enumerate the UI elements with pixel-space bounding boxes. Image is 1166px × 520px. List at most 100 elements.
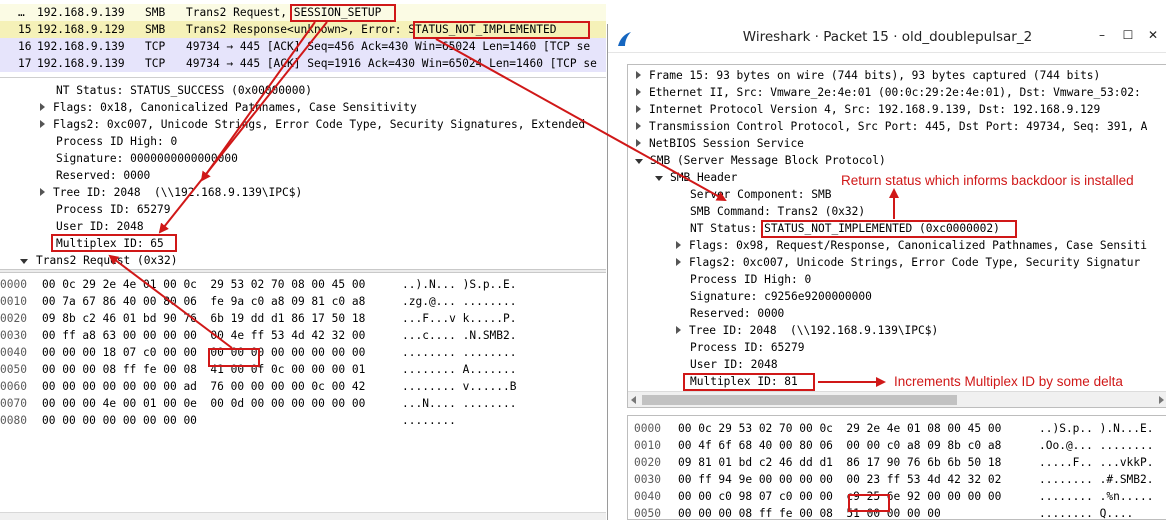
packet-proto: TCP [145, 40, 166, 53]
expand-arrow-icon[interactable] [676, 241, 681, 249]
tree-item[interactable]: Trans2 Request (0x32) [20, 252, 177, 269]
tree-item[interactable]: Transmission Control Protocol, Src Port:… [636, 118, 1147, 135]
maximize-button[interactable]: ☐ [1118, 28, 1138, 46]
packet-info: Trans2 Request, SESSION_SETUP [186, 6, 382, 19]
tree-item[interactable]: Server Component: SMB [690, 186, 831, 203]
collapse-arrow-icon[interactable] [635, 159, 643, 164]
tree-item-label: NetBIOS Session Service [649, 137, 804, 150]
tree-item[interactable]: Signature: c9256e9200000000 [690, 288, 872, 305]
tree-item[interactable]: Tree ID: 2048 (\\192.168.9.139\IPC$) [40, 184, 302, 201]
tree-item-multiplex[interactable]: Multiplex ID: 65 [56, 235, 164, 252]
tree-item-label: Flags2: 0xc007, Unicode Strings, Error C… [53, 118, 586, 131]
pane-divider[interactable] [0, 269, 606, 273]
expand-arrow-icon[interactable] [636, 139, 641, 147]
expand-arrow-icon[interactable] [636, 105, 641, 113]
right-hex-pane: 0000 00 0c 29 53 02 70 00 0c 29 2e 4e 01 … [627, 415, 1166, 520]
packet-src: 192.168.9.129 [37, 23, 125, 36]
tree-item[interactable]: Process ID High: 0 [690, 271, 811, 288]
tree-item[interactable]: Ethernet II, Src: Vmware_2e:4e:01 (00:0c… [636, 84, 1141, 101]
tree-item[interactable]: SMB Command: Trans2 (0x32) [690, 203, 865, 220]
hex-row: 0030 00 ff 94 9e 00 00 00 00 00 23 ff 53 … [634, 473, 1154, 486]
expand-arrow-icon[interactable] [636, 122, 641, 130]
close-button[interactable]: ✕ [1143, 28, 1163, 46]
hex-row: 0000 00 0c 29 2e 4e 01 00 0c 29 53 02 70 … [0, 278, 517, 291]
annotation-multiplex: Increments Multiplex ID by some delta [894, 374, 1123, 389]
hex-row: 0040 00 00 00 18 07 c0 00 00 00 00 00 00 … [0, 346, 517, 359]
packet-no: 17 [18, 57, 32, 70]
window-title: Wireshark · Packet 15 · old_doublepulsar… [742, 29, 1033, 45]
tree-item-label: Frame 15: 93 bytes on wire (744 bits), 9… [649, 69, 1101, 82]
hex-row: 0080 00 00 00 00 00 00 00 00........ [0, 414, 456, 427]
packet-row-selected[interactable]: 15 192.168.9.129 SMB Trans2 Response<unk… [0, 21, 606, 38]
annotation-status: Return status which informs backdoor is … [841, 173, 1134, 188]
tree-item-label: Tree ID: 2048 (\\192.168.9.139\IPC$) [689, 324, 939, 337]
left-hex-pane: 0000 00 0c 29 2e 4e 01 00 0c 29 53 02 70 … [0, 276, 606, 520]
packet-src: 192.168.9.139 [37, 40, 125, 53]
minimize-button[interactable]: – [1092, 28, 1112, 46]
tree-item[interactable]: Reserved: 0000 [56, 167, 150, 184]
scrollbar-thumb[interactable] [642, 395, 957, 405]
collapse-arrow-icon[interactable] [20, 259, 28, 264]
tree-item[interactable]: Internet Protocol Version 4, Src: 192.16… [636, 101, 1100, 118]
packet-row-request[interactable]: … 192.168.9.139 SMB Trans2 Request, SESS… [0, 4, 606, 21]
packet-info: Trans2 Response<unknown>, Error: STATUS_… [186, 23, 557, 36]
tree-item[interactable]: NT Status: STATUS_SUCCESS (0x00000000) [56, 82, 312, 99]
tree-item-label: Ethernet II, Src: Vmware_2e:4e:01 (00:0c… [649, 86, 1141, 99]
packet-proto: TCP [145, 57, 166, 70]
left-detail-pane: NT Status: STATUS_SUCCESS (0x00000000) F… [0, 80, 606, 270]
tree-item[interactable]: SMB (Server Message Block Protocol) [635, 152, 886, 169]
tree-item[interactable]: NetBIOS Session Service [636, 135, 804, 152]
expand-arrow-icon[interactable] [676, 258, 681, 266]
expand-arrow-icon[interactable] [676, 326, 681, 334]
tree-item[interactable]: Process ID: 65279 [690, 339, 805, 356]
tree-item[interactable]: Flags2: 0xc007, Unicode Strings, Error C… [676, 254, 1140, 271]
scroll-right-icon[interactable] [1159, 396, 1164, 404]
packet-row-tcp[interactable]: 16 192.168.9.139 TCP 49734 → 445 [ACK] S… [0, 38, 606, 55]
packet-info: 49734 → 445 [ACK] Seq=456 Ack=430 Win=65… [186, 40, 591, 53]
tree-item-label: Transmission Control Protocol, Src Port:… [649, 120, 1148, 133]
hex-row: 0050 00 00 00 08 ff fe 00 08 51 00 00 00 … [634, 507, 1134, 520]
tree-item-label: SMB Header [670, 171, 738, 184]
expand-arrow-icon[interactable] [636, 88, 641, 96]
tree-item[interactable]: Signature: 0000000000000000 [56, 150, 238, 167]
packet-proto: SMB [145, 23, 166, 36]
hex-row: 0060 00 00 00 00 00 00 00 ad 76 00 00 00 … [0, 380, 517, 393]
tree-item[interactable]: Flags2: 0xc007, Unicode Strings, Error C… [40, 116, 606, 133]
packet-no: 15 [18, 23, 32, 36]
packet-no: 16 [18, 40, 32, 53]
tree-item-label: Tree ID: 2048 (\\192.168.9.139\IPC$) [53, 186, 303, 199]
tree-item-label: Flags2: 0xc007, Unicode Strings, Error C… [689, 256, 1141, 269]
expand-arrow-icon[interactable] [40, 188, 45, 196]
tree-item-nt-status[interactable]: NT Status: STATUS_NOT_IMPLEMENTED (0xc00… [690, 220, 1000, 237]
expand-arrow-icon[interactable] [636, 71, 641, 79]
tree-item-label: Trans2 Request (0x32) [36, 254, 178, 267]
statusbar-left [0, 512, 606, 520]
packet-row-tcp[interactable]: 17 192.168.9.139 TCP 49734 → 445 [ACK] S… [0, 55, 606, 72]
tree-item[interactable]: Tree ID: 2048 (\\192.168.9.139\IPC$) [676, 322, 938, 339]
hex-row: 0070 00 00 00 4e 00 01 00 0e 00 0d 00 00 … [0, 397, 517, 410]
horizontal-scrollbar[interactable] [628, 391, 1166, 407]
packet-proto: SMB [145, 6, 166, 19]
hex-row: 0010 00 4f 6f 68 40 00 80 06 00 00 c0 a8 … [634, 439, 1154, 452]
packet-src: 192.168.9.139 [37, 57, 125, 70]
tree-item[interactable]: Reserved: 0000 [690, 305, 784, 322]
tree-item-label: SMB (Server Message Block Protocol) [650, 154, 886, 167]
tree-item-multiplex[interactable]: Multiplex ID: 81 [690, 373, 798, 390]
tree-item[interactable]: Frame 15: 93 bytes on wire (744 bits), 9… [636, 67, 1100, 84]
tree-item[interactable]: Flags: 0x98, Request/Response, Canonical… [676, 237, 1147, 254]
collapse-arrow-icon[interactable] [655, 176, 663, 181]
tree-item[interactable]: SMB Header [655, 169, 737, 186]
tree-item[interactable]: Process ID High: 0 [56, 133, 177, 150]
hex-row: 0020 09 81 01 bd c2 46 dd d1 86 17 90 76 … [634, 456, 1154, 469]
packet-list: … 192.168.9.139 SMB Trans2 Request, SESS… [0, 0, 606, 78]
expand-arrow-icon[interactable] [40, 120, 45, 128]
expand-arrow-icon[interactable] [40, 103, 45, 111]
tree-item[interactable]: User ID: 2048 [56, 218, 144, 235]
hex-row: 0030 00 ff a8 63 00 00 00 00 00 4e ff 53 … [0, 329, 517, 342]
tree-item[interactable]: Flags: 0x18, Canonicalized Pathnames, Ca… [40, 99, 417, 116]
window-titlebar[interactable]: Wireshark · Packet 15 · old_doublepulsar… [608, 24, 1166, 53]
packet-info: 49734 → 445 [ACK] Seq=1916 Ack=430 Win=6… [186, 57, 597, 70]
tree-item[interactable]: Process ID: 65279 [56, 201, 171, 218]
tree-item[interactable]: User ID: 2048 [690, 356, 778, 373]
scroll-left-icon[interactable] [631, 396, 636, 404]
